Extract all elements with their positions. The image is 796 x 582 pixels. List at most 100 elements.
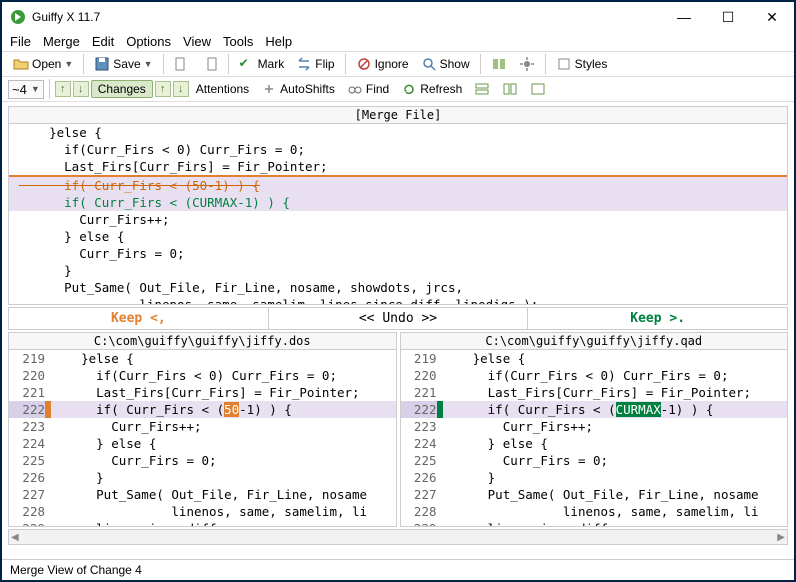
line-number: 228 <box>9 503 51 520</box>
right-file-path: C:\com\guiffy\guiffy\jiffy.qad <box>401 333 788 350</box>
open-button[interactable]: Open ▼ <box>8 54 78 74</box>
copy-right-button[interactable] <box>197 54 223 74</box>
line-number: 222 <box>401 401 443 418</box>
menu-merge[interactable]: Merge <box>43 34 80 49</box>
gear-icon <box>519 56 535 72</box>
code-cell: Put_Same( Out_File, Fir_Line, nosame <box>443 486 788 503</box>
save-button[interactable]: Save ▼ <box>89 54 157 74</box>
maximize-button[interactable]: ☐ <box>706 3 750 31</box>
code-cell: linenos, same, samelim, li <box>443 503 788 520</box>
find-button[interactable]: Find <box>342 79 394 99</box>
chevron-down-icon: ▼ <box>144 59 153 69</box>
merge-file-header: [Merge File] <box>9 107 787 124</box>
chevron-down-icon: ▼ <box>64 59 73 69</box>
menu-help[interactable]: Help <box>265 34 292 49</box>
code-cell: Curr_Firs = 0; <box>443 452 788 469</box>
flip-icon <box>296 56 312 72</box>
code-cell: if( Curr_Firs < (CURMAX-1) ) { <box>443 401 788 418</box>
prev-change-button[interactable]: ↑ <box>55 81 71 97</box>
code-cell: } else { <box>443 435 788 452</box>
horizontal-scrollbar[interactable]: ◀▶ <box>8 529 788 545</box>
line-number: 220 <box>9 367 51 384</box>
right-code-body[interactable]: 219 }else {220 if(Curr_Firs < 0) Curr_Fi… <box>401 350 788 526</box>
layout-single-button[interactable] <box>525 79 551 99</box>
code-cell: Curr_Firs = 0; <box>51 452 396 469</box>
code-line: Put_Same( Out_File, Fir_Line, nosame, sh… <box>9 279 787 296</box>
nav-dropdown[interactable]: ~4 ▼ <box>8 80 44 99</box>
close-button[interactable]: ✕ <box>750 3 794 31</box>
compare-panels: C:\com\guiffy\guiffy\jiffy.dos 219 }else… <box>8 332 788 527</box>
layout-split-v-button[interactable] <box>497 79 523 99</box>
next-change-button[interactable]: ↓ <box>73 81 89 97</box>
menu-edit[interactable]: Edit <box>92 34 114 49</box>
line-number: 226 <box>9 469 51 486</box>
code-line-added: if( Curr_Firs < (CURMAX-1) ) { <box>9 194 787 211</box>
tool-btn-a[interactable] <box>486 54 512 74</box>
menu-view[interactable]: View <box>183 34 211 49</box>
line-number: 225 <box>401 452 443 469</box>
menu-tools[interactable]: Tools <box>223 34 253 49</box>
diff-token: CURMAX <box>616 402 661 417</box>
code-line: }else { <box>9 124 787 141</box>
layout-v-icon <box>502 81 518 97</box>
copy-left-button[interactable] <box>169 54 195 74</box>
minimize-button[interactable]: — <box>662 3 706 31</box>
line-number: 219 <box>9 350 51 367</box>
styles-button[interactable]: Styles <box>551 54 613 74</box>
titlebar: Guiffy X 11.7 — ☐ ✕ <box>2 2 794 32</box>
keep-right-button[interactable]: Keep >. <box>528 308 787 329</box>
code-cell: if(Curr_Firs < 0) Curr_Firs = 0; <box>51 367 396 384</box>
statusbar: Merge View of Change 4 <box>2 559 794 580</box>
menu-options[interactable]: Options <box>126 34 171 49</box>
doc-right-icon <box>202 56 218 72</box>
refresh-icon <box>401 81 417 97</box>
mark-button[interactable]: ✔ Mark <box>234 54 290 74</box>
code-cell: if(Curr_Firs < 0) Curr_Firs = 0; <box>443 367 788 384</box>
menubar: File Merge Edit Options View Tools Help <box>2 32 794 51</box>
prev-attention-button[interactable]: ↑ <box>155 81 171 97</box>
code-cell: Curr_Firs++; <box>443 418 788 435</box>
line-number: 223 <box>401 418 443 435</box>
refresh-button[interactable]: Refresh <box>396 79 467 99</box>
line-number: 228 <box>401 503 443 520</box>
layout-h-icon <box>474 81 490 97</box>
line-number: 220 <box>401 367 443 384</box>
line-number: 225 <box>9 452 51 469</box>
left-code-body[interactable]: 219 }else {220 if(Curr_Firs < 0) Curr_Fi… <box>9 350 396 526</box>
autoshift-icon <box>261 81 277 97</box>
right-panel: C:\com\guiffy\guiffy\jiffy.qad 219 }else… <box>400 332 789 527</box>
keep-left-button[interactable]: Keep <, <box>9 308 269 329</box>
code-cell: } else { <box>51 435 396 452</box>
code-cell: lines_since_diff++; <box>51 520 396 526</box>
code-cell: Last_Firs[Curr_Firs] = Fir_Pointer; <box>51 384 396 401</box>
tool-btn-b[interactable] <box>514 54 540 74</box>
code-line: } else { <box>9 228 787 245</box>
code-line: } <box>9 262 787 279</box>
code-cell: Last_Firs[Curr_Firs] = Fir_Pointer; <box>443 384 788 401</box>
diff-token: 50 <box>224 402 239 417</box>
undo-button[interactable]: << Undo >> <box>269 308 529 329</box>
next-attention-button[interactable]: ↓ <box>173 81 189 97</box>
autoshifts-button[interactable]: AutoShifts <box>256 79 340 99</box>
attentions-button[interactable]: Attentions <box>191 80 254 98</box>
palette-icon <box>556 56 572 72</box>
show-button[interactable]: Show <box>416 54 475 74</box>
flip-button[interactable]: Flip <box>291 54 339 74</box>
changes-button[interactable]: Changes <box>91 80 153 98</box>
code-cell: linenos, same, samelim, li <box>51 503 396 520</box>
line-number: 229 <box>401 520 443 526</box>
toolbar-secondary: ~4 ▼ ↑ ↓ Changes ↑ ↓ Attentions AutoShif… <box>2 77 794 102</box>
merge-output-panel: [Merge File] }else { if(Curr_Firs < 0) C… <box>8 106 788 305</box>
ignore-button[interactable]: Ignore <box>351 54 414 74</box>
magnifier-icon <box>421 56 437 72</box>
line-number: 223 <box>9 418 51 435</box>
line-number: 219 <box>401 350 443 367</box>
checkmark-icon: ✔ <box>239 56 255 72</box>
line-number: 224 <box>401 435 443 452</box>
menu-file[interactable]: File <box>10 34 31 49</box>
layout-split-h-button[interactable] <box>469 79 495 99</box>
merge-action-bar: Keep <, << Undo >> Keep >. <box>8 307 788 330</box>
line-number: 224 <box>9 435 51 452</box>
line-number: 227 <box>401 486 443 503</box>
merge-code-body[interactable]: }else { if(Curr_Firs < 0) Curr_Firs = 0;… <box>9 124 787 304</box>
